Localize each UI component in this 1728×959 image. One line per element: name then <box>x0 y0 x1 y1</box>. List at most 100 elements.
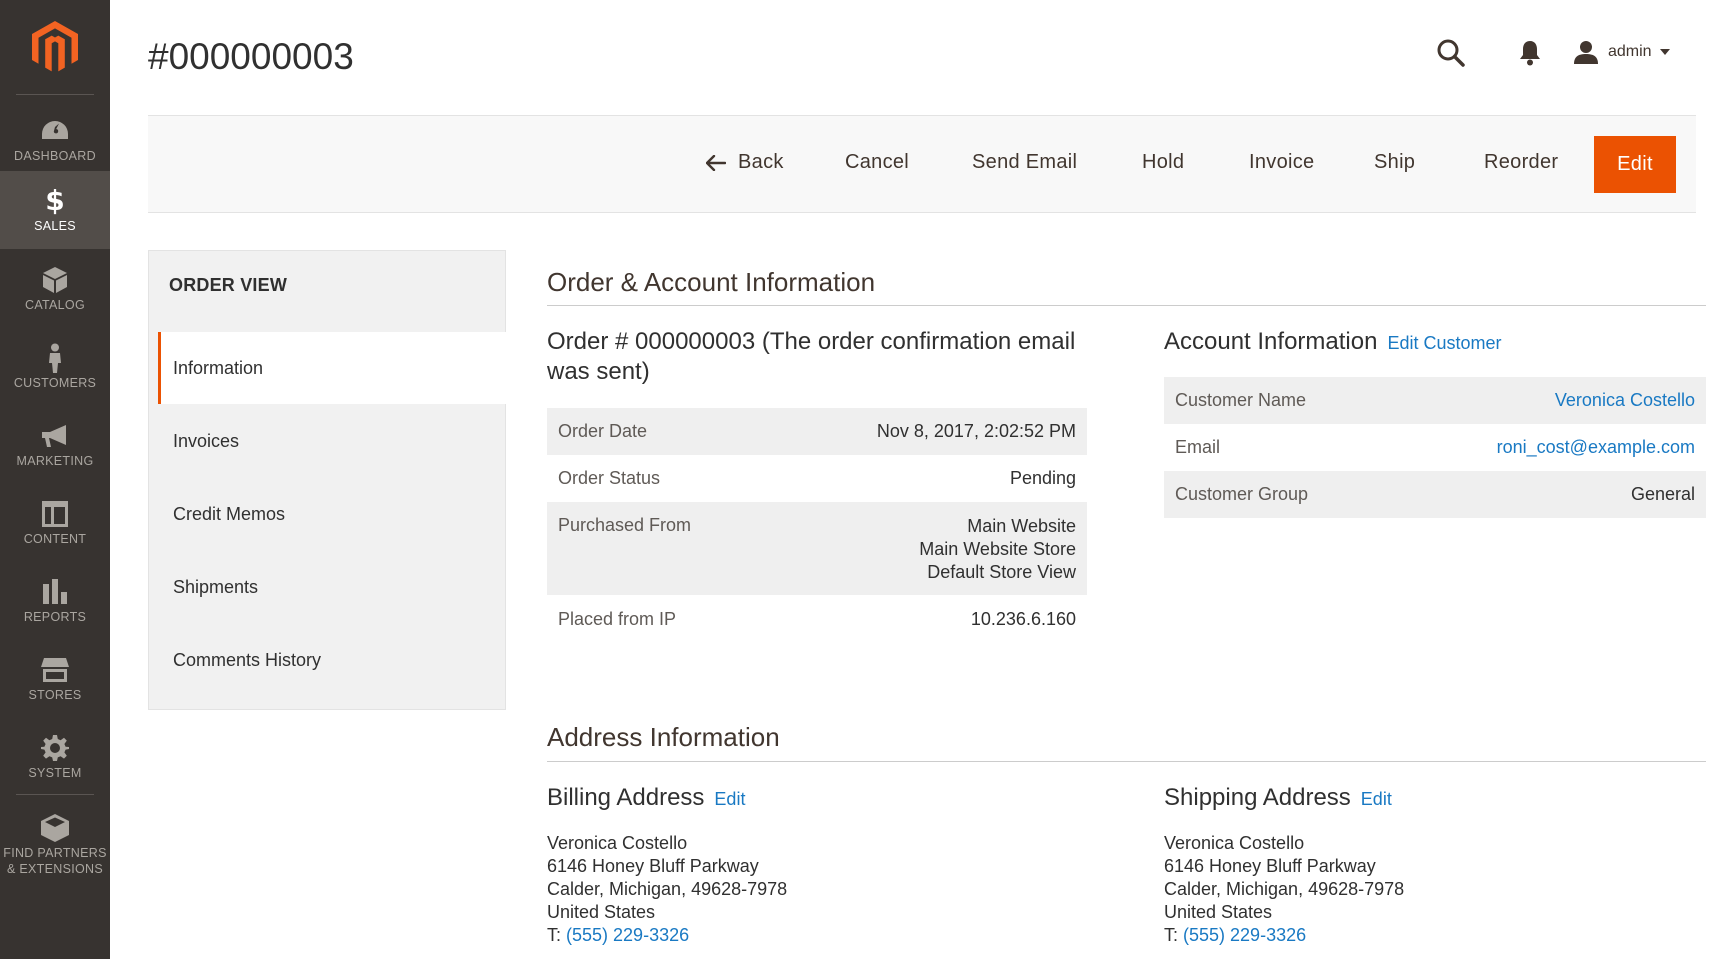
bar-chart-icon <box>43 579 67 604</box>
phone-prefix: T: <box>1164 925 1184 945</box>
nav-label-stores: STORES <box>28 688 82 702</box>
magento-logo[interactable] <box>0 0 110 94</box>
nav-item-catalog[interactable]: CATALOG <box>0 250 110 328</box>
billing-city: Calder, Michigan, 49628-7978 <box>547 879 788 899</box>
order-status-value: Pending <box>1009 468 1076 488</box>
nav-item-find-partners[interactable]: FIND PARTNERS & EXTENSIONS <box>0 800 110 890</box>
shipping-address-title: Shipping Address Edit <box>1164 783 1392 814</box>
cancel-button[interactable]: Cancel <box>845 151 909 174</box>
nav-item-system[interactable]: SYSTEM <box>0 718 110 796</box>
tab-comments-history[interactable]: Comments History <box>158 624 507 696</box>
billing-phone-link[interactable]: (555) 229-3326 <box>566 925 689 945</box>
nav-item-customers[interactable]: CUSTOMERS <box>0 328 110 406</box>
dollar-icon: $ <box>45 184 65 217</box>
back-label: Back <box>738 151 784 173</box>
billing-name: Veronica Costello <box>547 833 688 853</box>
tab-shipments[interactable]: Shipments <box>158 551 507 623</box>
nav-label-catalog: CATALOG <box>25 298 85 312</box>
gear-icon <box>41 735 69 761</box>
box-icon <box>43 267 67 293</box>
edit-customer-link[interactable]: Edit Customer <box>1387 333 1501 353</box>
table-row: Customer Name Veronica Costello <box>1164 377 1706 424</box>
edit-shipping-link[interactable]: Edit <box>1361 789 1392 809</box>
invoice-button[interactable]: Invoice <box>1249 151 1314 174</box>
order-info-table: Order Date Nov 8, 2017, 2:02:52 PM Order… <box>547 408 1087 644</box>
person-icon <box>49 343 61 373</box>
tab-credit-memos[interactable]: Credit Memos <box>158 478 507 550</box>
admin-sidebar: DASHBOARD $ SALES CATALOG CUSTOMERS MARK… <box>0 0 110 959</box>
nav-item-stores[interactable]: STORES <box>0 640 110 718</box>
admin-username: admin <box>1608 43 1652 60</box>
order-title-line1: Order # 000000003 (The order confirmatio… <box>547 328 1076 355</box>
purchased-from-value: Main Website Main Website Store Default … <box>769 502 1087 595</box>
nav-label-customers: CUSTOMERS <box>13 376 97 390</box>
search-button[interactable] <box>1436 38 1466 73</box>
page-actions-bar: Back Cancel Send Email Hold Invoice Ship… <box>148 115 1696 213</box>
table-row: Purchased From Main Website Main Website… <box>547 502 1087 595</box>
shipping-street: 6146 Honey Bluff Parkway <box>1164 856 1376 876</box>
nav-item-sales[interactable]: $ SALES <box>0 171 110 249</box>
nav-item-marketing[interactable]: MARKETING <box>0 406 110 484</box>
edit-button[interactable]: Edit <box>1594 136 1676 193</box>
package-icon <box>41 814 69 842</box>
account-info-heading: Account Information <box>1164 328 1378 355</box>
tab-information[interactable]: Information <box>158 332 507 404</box>
order-date-label: Order Date <box>547 408 770 455</box>
placed-ip-label: Placed from IP <box>558 609 677 629</box>
chevron-down-icon <box>1659 49 1670 55</box>
user-icon <box>1574 41 1598 64</box>
search-icon <box>1437 39 1465 67</box>
purchased-from-label: Purchased From <box>547 502 770 595</box>
account-info-table: Customer Name Veronica Costello Email ro… <box>1164 377 1706 518</box>
ship-button[interactable]: Ship <box>1374 151 1415 174</box>
nav-item-content[interactable]: CONTENT <box>0 484 110 562</box>
purchased-from-view: Default Store View <box>927 562 1076 582</box>
order-account-section-title: Order & Account Information <box>547 267 876 297</box>
placed-ip-value: 10.236.6.160 <box>970 609 1076 629</box>
customer-group-value: General <box>1387 471 1706 518</box>
hold-button[interactable]: Hold <box>1142 151 1184 174</box>
purchased-from-website: Main Website <box>967 516 1076 536</box>
email-link[interactable]: roni_cost@example.com <box>1388 424 1706 471</box>
tab-invoices[interactable]: Invoices <box>158 405 507 477</box>
order-title: Order # 000000003 (The order confirmatio… <box>547 327 1075 387</box>
billing-country: United States <box>547 902 656 922</box>
order-title-line2: was sent) <box>547 358 650 385</box>
edit-billing-link[interactable]: Edit <box>714 789 745 809</box>
send-email-button[interactable]: Send Email <box>972 151 1077 174</box>
nav-divider <box>16 94 94 95</box>
nav-label-marketing: MARKETING <box>16 454 94 468</box>
notifications-button[interactable] <box>1519 40 1541 71</box>
table-row: Placed from IP 10.236.6.160 <box>547 595 1087 644</box>
nav-item-dashboard[interactable]: DASHBOARD <box>0 101 110 179</box>
order-status-label: Order Status <box>558 468 661 488</box>
section-divider <box>547 305 1706 306</box>
nav-label-sales: SALES <box>34 219 76 233</box>
back-button[interactable]: Back <box>706 151 784 174</box>
table-row: Customer Group General <box>1164 471 1706 518</box>
billing-address-title: Billing Address Edit <box>547 783 745 814</box>
phone-prefix: T: <box>547 925 567 945</box>
customer-name-link[interactable]: Veronica Costello <box>1387 377 1706 424</box>
table-row: Order Status Pending <box>547 455 1087 502</box>
customer-group-label: Customer Group <box>1164 471 1388 518</box>
shipping-phone: T: (555) 229-3326 <box>1164 924 1404 947</box>
magento-logo-icon <box>32 21 78 72</box>
page-title: #000000003 <box>148 36 354 77</box>
table-row: Order Date Nov 8, 2017, 2:02:52 PM <box>547 408 1087 455</box>
dashboard-icon <box>42 121 68 139</box>
shipping-phone-link[interactable]: (555) 229-3326 <box>1183 925 1306 945</box>
shipping-address-heading: Shipping Address <box>1164 784 1351 811</box>
admin-user-menu[interactable]: admin <box>1574 40 1670 64</box>
reorder-button[interactable]: Reorder <box>1484 151 1558 174</box>
layout-icon <box>42 501 68 527</box>
shipping-country: United States <box>1164 902 1273 922</box>
section-divider <box>547 761 1706 762</box>
nav-item-reports[interactable]: REPORTS <box>0 562 110 640</box>
email-label: Email <box>1175 437 1221 457</box>
billing-address-heading: Billing Address <box>547 784 705 811</box>
table-row: Email roni_cost@example.com <box>1164 424 1706 471</box>
nav-label-reports: REPORTS <box>23 610 87 624</box>
arrow-left-icon <box>706 154 726 171</box>
nav-label-content: CONTENT <box>23 532 87 546</box>
